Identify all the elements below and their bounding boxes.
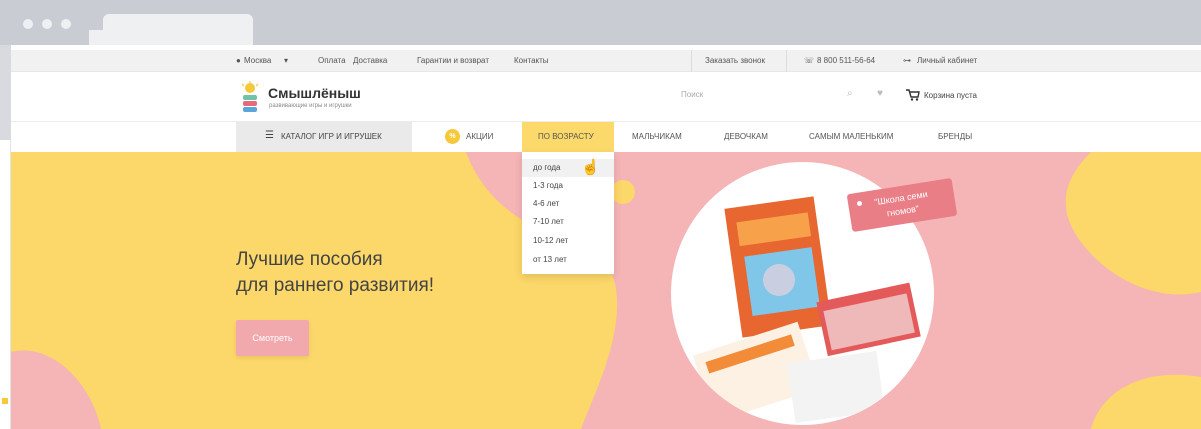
link-delivery[interactable]: Доставка xyxy=(353,56,387,65)
phone-number[interactable]: 8 800 511-56-64 xyxy=(817,56,875,65)
catalog-label: КАТАЛОГ ИГР И ИГРУШЕК xyxy=(281,132,382,141)
age-dropdown-menu: до года 1-3 года 4-6 лет 7-10 лет 10-12 … xyxy=(522,152,614,274)
nav-item-sales[interactable]: АКЦИИ xyxy=(466,132,493,141)
phone-icon: ☏ xyxy=(804,56,815,65)
city-selector[interactable]: Москва xyxy=(244,56,271,65)
age-option-4-6[interactable]: 4-6 лет xyxy=(533,199,559,208)
search-input[interactable]: Поиск xyxy=(681,90,703,99)
utility-bar: ● Москва ▾ Оплата Доставка Гарантии и во… xyxy=(11,50,1201,72)
logo-title[interactable]: Смышлёныш xyxy=(268,85,361,101)
cart-icon[interactable] xyxy=(906,89,920,101)
location-pin-icon: ● xyxy=(236,56,241,65)
account-link[interactable]: Личный кабинет xyxy=(917,56,977,65)
catalog-button[interactable]: ☰ КАТАЛОГ ИГР И ИГРУШЕК xyxy=(236,122,412,152)
callback-button[interactable]: Заказать звонок xyxy=(705,56,765,65)
nav-item-boys[interactable]: МАЛЬЧИКАМ xyxy=(632,132,682,141)
hero-heading-line2: для раннего развития! xyxy=(236,275,435,296)
nav-item-by-age[interactable]: ПО ВОЗРАСТУ xyxy=(522,122,614,152)
hero-heading-line1: Лучшие пособия xyxy=(236,249,383,270)
age-option-13-plus[interactable]: от 13 лет xyxy=(533,255,567,264)
main-nav: ☰ КАТАЛОГ ИГР И ИГРУШЕК % АКЦИИ ПО ВОЗРА… xyxy=(11,122,1201,152)
age-option-under-1[interactable]: до года xyxy=(533,163,560,172)
close-window-button[interactable] xyxy=(23,19,33,29)
logo-subtitle: развивающие игры и игрушки xyxy=(269,103,352,109)
browser-tab[interactable] xyxy=(103,14,253,45)
minimize-window-button[interactable] xyxy=(42,19,52,29)
link-payment[interactable]: Оплата xyxy=(318,56,346,65)
age-option-1-3[interactable]: 1-3 года xyxy=(533,181,563,190)
cart-status[interactable]: Корзина пуста xyxy=(924,91,977,100)
age-option-7-10[interactable]: 7-10 лет xyxy=(533,217,564,226)
nav-item-babies[interactable]: САМЫМ МАЛЕНЬКИМ xyxy=(809,132,893,141)
browser-chrome xyxy=(0,0,1201,45)
age-option-10-12[interactable]: 10-12 лет xyxy=(533,236,568,245)
link-warranty[interactable]: Гарантии и возврат xyxy=(417,56,489,65)
logo-icon[interactable] xyxy=(236,81,264,113)
divider xyxy=(786,50,787,72)
divider xyxy=(691,50,692,72)
percent-icon: % xyxy=(445,129,460,144)
nav-item-by-age-label: ПО ВОЗРАСТУ xyxy=(538,132,594,141)
chevron-down-icon: ▾ xyxy=(284,56,289,65)
nav-item-girls[interactable]: ДЕВОЧКАМ xyxy=(724,132,768,141)
heart-icon[interactable]: ♥ xyxy=(877,88,883,99)
menu-icon: ☰ xyxy=(265,130,274,141)
page-viewport: ● Москва ▾ Оплата Доставка Гарантии и во… xyxy=(11,45,1201,429)
search-icon[interactable]: ⌕ xyxy=(847,88,853,99)
link-contacts[interactable]: Контакты xyxy=(514,56,549,65)
background-window-marker xyxy=(2,398,8,404)
view-button[interactable]: Смотреть xyxy=(236,320,309,356)
tag-hole xyxy=(857,201,862,206)
site-header: Смышлёныш развивающие игры и игрушки Пои… xyxy=(11,72,1201,122)
background-window-strip xyxy=(0,140,11,429)
nav-item-brands[interactable]: БРЕНДЫ xyxy=(938,132,972,141)
hand-cursor-icon: ☝ xyxy=(581,159,600,176)
key-icon: ⊶ xyxy=(903,56,911,65)
window-controls xyxy=(23,19,71,29)
maximize-window-button[interactable] xyxy=(61,19,71,29)
